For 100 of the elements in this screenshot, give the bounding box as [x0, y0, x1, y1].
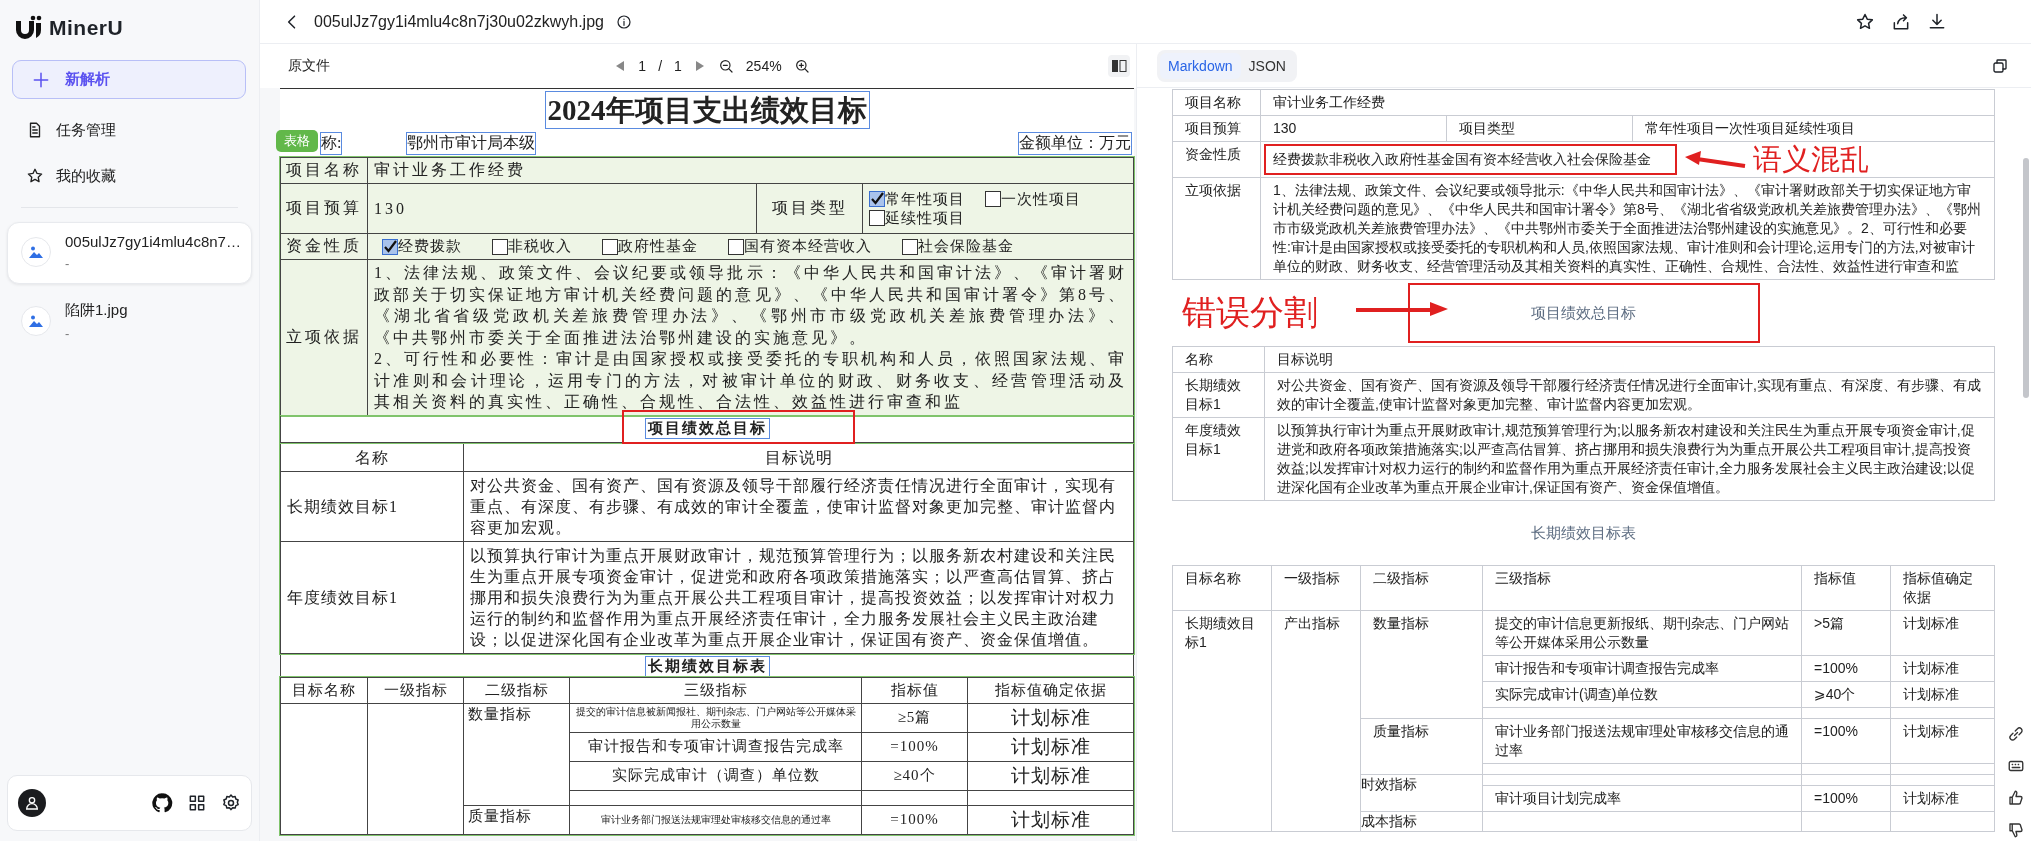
star-icon: [26, 167, 44, 185]
amount-unit: 金额单位：万元: [1018, 131, 1132, 155]
checkbox-label: 常年性项目: [885, 189, 965, 209]
view-tab[interactable]: Markdown: [1160, 52, 1241, 79]
new-parse-button[interactable]: 新解析: [12, 60, 246, 99]
unit-label: 称:: [320, 131, 343, 155]
table-cell: 经费拨款非税收入政府性基金国有资本经营收入社会保险基金 语义混乱: [1260, 141, 1995, 178]
column-header: 目标名称: [280, 677, 368, 703]
paragraph: 2、可行性和必要性：审计是由国家授权或接受委托的专职机构和人员，依照国家法规、审计准则和会计理论，运用专门的方法，对被审计单位的财政、财务收支、经营管理活动及其相关资料的真实性、正确性、合规性、合法性、效益性进行审查和监: [374, 349, 1127, 412]
section-title: 长期绩效目标表: [644, 655, 770, 677]
table-cell: =100%: [861, 805, 968, 834]
table-cell: 项目名称: [1172, 89, 1261, 116]
next-page-icon[interactable]: [693, 60, 706, 72]
annotation-label: 语义混乱: [1753, 144, 1869, 174]
table-cell: ≥5篇: [861, 703, 968, 732]
column-header: 名称: [1172, 346, 1265, 373]
table-cell: 计划标准: [967, 805, 1134, 834]
logo-text: MinerU: [49, 16, 124, 40]
table-cell: =100%: [1801, 718, 1891, 764]
table-cell: 资金性质: [1172, 141, 1261, 178]
column-header: 三级指标: [569, 677, 862, 703]
table-cell: 长期绩效目标1: [280, 471, 464, 541]
column-header: 目标名称: [1172, 565, 1272, 611]
share-icon[interactable]: [1891, 11, 1911, 32]
checkbox[interactable]: [602, 238, 618, 255]
table-cell: 计划标准: [1890, 785, 1995, 812]
page-separator: /: [658, 58, 663, 74]
table-cell: 实际完成审计（调查）单位数: [569, 761, 862, 790]
table-cell: 130: [1260, 115, 1447, 142]
column-header: 指标值: [861, 677, 968, 703]
caption: 项目绩效总目标: [1407, 283, 1760, 343]
table-cell: 计划标准: [967, 703, 1134, 732]
table-cell: 对公共资金、国有资产、国有资源及领导干部履行经济责任情况进行全面审计，实现有重点、有深度、有步骤、有成效的审计全覆盖，使审计监督对象更加完整、审计监督内容更加宏观。: [463, 471, 1134, 541]
table-cell: 质量指标: [463, 805, 570, 834]
annotation-arrow: [1683, 150, 1747, 170]
zoom-out-icon[interactable]: [717, 58, 734, 74]
pane-title: 原文件: [288, 57, 331, 75]
link-icon[interactable]: [2007, 725, 2025, 743]
avatar-icon[interactable]: [18, 789, 46, 817]
copy-icon[interactable]: [1991, 56, 2009, 75]
table-cell: 审计业务部门报送法规审理处审核移交信息的通过率: [1482, 718, 1802, 764]
checkbox[interactable]: [728, 238, 744, 255]
table-cell: 项目类型: [756, 183, 863, 234]
checkbox[interactable]: [985, 191, 1001, 207]
download-icon[interactable]: [1927, 11, 1947, 32]
table-cell: 成本指标: [1360, 811, 1483, 832]
grid-icon[interactable]: [187, 793, 207, 813]
split-view-icon[interactable]: [1108, 55, 1130, 77]
table-cell: 计划标准: [967, 761, 1134, 790]
zoom-in-icon[interactable]: [793, 58, 810, 74]
table-cell: 以预算执行审计为重点开展财政审计,规范预算管理行为;以服务新农村建设和关注民生为重点开展专项资金审计,促进党和政府各项政策措施落实;以严查高估冒算、挤占挪用和损失浪费行为为重点开展公共工程项目审计,提高投资效益;以发挥审计对权力运行的制约和监督作用为重点开展经济责任审计,全力服务发展社会主义民主政治建设;以促进深化国有企业改革为重点开展企业审计,保证国有资产、资金保值增值。: [1264, 417, 1995, 501]
column-header: 二级指标: [463, 677, 570, 703]
checkbox-label: 延续性项目: [885, 208, 965, 228]
table-cell: 资金性质: [280, 233, 368, 260]
checkbox[interactable]: [902, 238, 918, 255]
table-cell: 长期绩效目标1: [1172, 372, 1265, 418]
scrollbar[interactable]: [2023, 158, 2029, 398]
file-item[interactable]: 005ulJz7gy1i4mlu4c8n7… -: [7, 222, 252, 284]
checkbox-label: 经费拨款: [398, 237, 462, 256]
table-cell: 计划标准: [1890, 681, 1995, 708]
nav-item[interactable]: 任务管理: [7, 107, 252, 153]
thumbs-up-icon[interactable]: [2007, 789, 2025, 807]
table-cell: 项目类型: [1446, 115, 1633, 142]
unit-name: 鄂州市审计局本级: [406, 131, 537, 155]
image-icon: [21, 306, 51, 336]
table-cell: 审计业务部门报送法规审理处审核移交信息的通过率: [569, 805, 862, 834]
section-title: 项目绩效总目标: [644, 418, 770, 439]
table-cell: 时效指标: [1360, 774, 1483, 812]
star-icon[interactable]: [1855, 11, 1875, 32]
table-cell: 立项依据: [280, 259, 368, 415]
view-tab[interactable]: JSON: [1240, 52, 1294, 79]
column-header: 目标说明: [463, 443, 1134, 471]
annotation-label: 错误分割: [1182, 292, 1318, 332]
info-icon[interactable]: [615, 13, 632, 30]
checkbox-label: 非税收入: [508, 237, 572, 256]
file-name: 005ulJz7gy1i4mlu4c8n7…: [65, 233, 241, 250]
nav-item[interactable]: 我的收藏: [7, 153, 252, 199]
column-header: 二级指标: [1360, 565, 1483, 611]
checkbox-label: 一次性项目: [1001, 189, 1081, 209]
settings-icon[interactable]: [221, 793, 241, 813]
previous-page-icon[interactable]: [614, 60, 627, 72]
checkbox-label: 政府性基金: [618, 237, 698, 256]
checkbox[interactable]: [492, 238, 508, 255]
checkbox[interactable]: [869, 210, 885, 226]
table-cell: 计划标准: [1890, 655, 1995, 682]
caption: 长期绩效目标表: [1531, 523, 1636, 543]
file-item[interactable]: 陷阱1.jpg -: [7, 290, 252, 354]
thumbs-down-icon[interactable]: [2007, 821, 2025, 839]
table-cell: 项目名称: [280, 157, 368, 184]
table-cell: 审计项目计划完成率: [1482, 785, 1802, 812]
image-icon: [21, 237, 51, 267]
column-header: 指标值确定依据: [1890, 565, 1995, 611]
github-icon[interactable]: [151, 792, 173, 814]
table-cell: 项目预算: [280, 183, 368, 234]
table-cell: ≥40个: [861, 761, 968, 790]
checkbox[interactable]: [869, 191, 885, 207]
file-name: 陷阱1.jpg: [65, 301, 128, 320]
table-cell: 审计报告和专项审计调查报告完成率: [569, 732, 862, 761]
table-cell: 提交的审计信息更新报纸、期刊杂志、门户网站等公开媒体采用公示数量: [1482, 610, 1802, 656]
checkbox[interactable]: [382, 238, 398, 255]
